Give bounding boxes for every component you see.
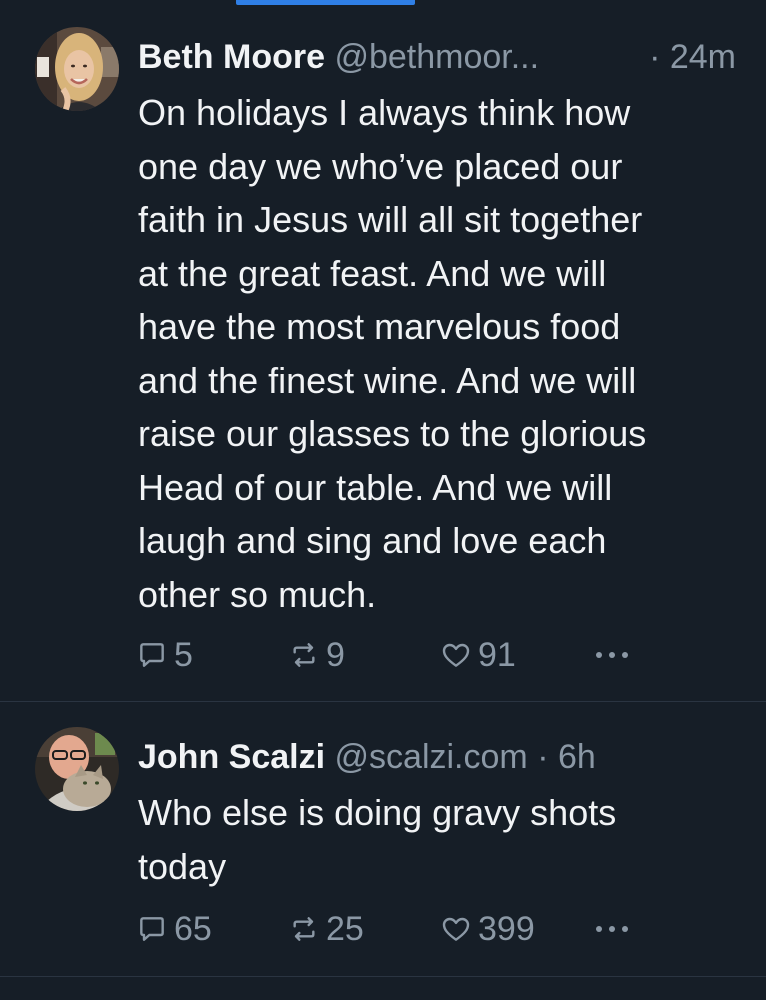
more-options-button[interactable] bbox=[594, 909, 630, 949]
reply-button[interactable]: 65 bbox=[136, 909, 212, 949]
heart-icon bbox=[442, 643, 470, 667]
like-count: 399 bbox=[478, 909, 535, 948]
post-timestamp[interactable]: · 6h bbox=[537, 738, 596, 776]
post-actions: 65 25 399 bbox=[136, 909, 636, 949]
avatar[interactable] bbox=[35, 727, 119, 811]
repost-button[interactable]: 25 bbox=[288, 909, 364, 949]
speech-bubble-icon bbox=[140, 643, 164, 667]
author-name[interactable]: John Scalzi bbox=[138, 738, 325, 776]
like-button[interactable]: 91 bbox=[440, 635, 516, 675]
repost-button[interactable]: 9 bbox=[288, 635, 345, 675]
post[interactable]: Beth Moore @bethmoor... · 24m On holiday… bbox=[0, 0, 766, 702]
post-timestamp[interactable]: · 24m bbox=[649, 37, 736, 77]
more-options-button[interactable] bbox=[594, 635, 630, 675]
author-name[interactable]: Beth Moore bbox=[138, 38, 325, 76]
repost-count: 25 bbox=[326, 909, 364, 948]
post-text: Who else is doing gravy shots today bbox=[138, 792, 617, 887]
heart-icon bbox=[442, 917, 470, 941]
ellipsis-icon bbox=[596, 926, 628, 932]
reply-count: 65 bbox=[174, 909, 212, 948]
post-actions: 5 9 91 bbox=[136, 635, 636, 675]
repost-count: 9 bbox=[326, 635, 345, 674]
post-divider bbox=[0, 976, 766, 977]
author-handle[interactable]: @bethmoor... bbox=[334, 38, 539, 76]
repost-arrows-icon bbox=[293, 643, 315, 667]
avatar[interactable] bbox=[35, 27, 119, 111]
reply-count: 5 bbox=[174, 635, 193, 674]
author-handle[interactable]: @scalzi.com bbox=[335, 738, 528, 776]
post-text: On holidays I always think how one day w… bbox=[138, 92, 647, 615]
ellipsis-icon bbox=[596, 652, 628, 658]
like-count: 91 bbox=[478, 635, 516, 674]
repost-arrows-icon bbox=[293, 917, 315, 941]
like-button[interactable]: 399 bbox=[440, 909, 535, 949]
reply-button[interactable]: 5 bbox=[136, 635, 193, 675]
speech-bubble-icon bbox=[140, 917, 164, 941]
post[interactable]: John Scalzi @scalzi.com · 6h Who else is… bbox=[0, 702, 766, 976]
